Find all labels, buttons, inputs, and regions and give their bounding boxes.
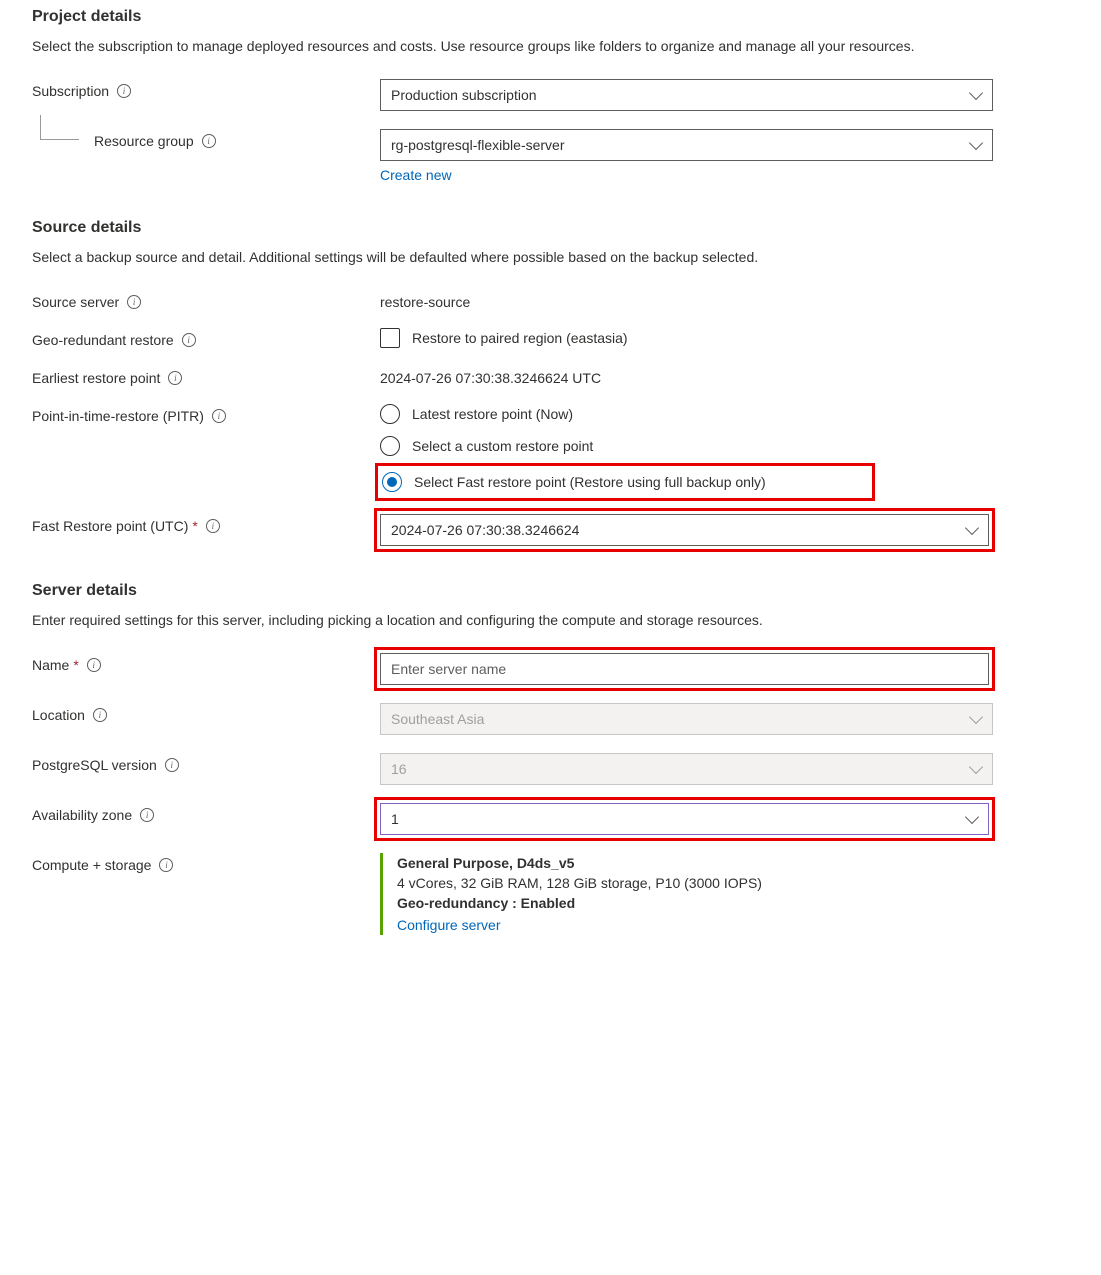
geo-redundant-row: Geo-redundant restore Restore to paired …: [32, 328, 1069, 348]
az-dropdown[interactable]: 1: [380, 803, 989, 835]
resource-group-value: rg-postgresql-flexible-server: [391, 137, 565, 153]
compute-row: Compute + storage General Purpose, D4ds_…: [32, 853, 1069, 935]
compute-summary: General Purpose, D4ds_v5 4 vCores, 32 Gi…: [380, 853, 993, 935]
server-details-section: Server details Enter required settings f…: [32, 582, 1069, 935]
info-icon[interactable]: [117, 84, 131, 98]
resource-group-label: Resource group: [94, 133, 194, 149]
earliest-row: Earliest restore point 2024-07-26 07:30:…: [32, 366, 1069, 386]
info-icon[interactable]: [212, 409, 226, 423]
project-heading: Project details: [32, 8, 1069, 26]
name-row: Name *: [32, 653, 1069, 685]
server-desc: Enter required settings for this server,…: [32, 610, 1069, 631]
subscription-label: Subscription: [32, 83, 109, 99]
info-icon[interactable]: [206, 519, 220, 533]
info-icon[interactable]: [87, 658, 101, 672]
server-name-input[interactable]: [380, 653, 989, 685]
project-desc: Select the subscription to manage deploy…: [32, 36, 1069, 57]
fast-restore-row: Fast Restore point (UTC) * 2024-07-26 07…: [32, 514, 1069, 546]
info-icon[interactable]: [168, 371, 182, 385]
pitr-custom-label: Select a custom restore point: [412, 438, 593, 454]
geo-label: Geo-redundant restore: [32, 332, 174, 348]
radio-icon: [382, 472, 402, 492]
az-label: Availability zone: [32, 807, 132, 823]
project-details-section: Project details Select the subscription …: [32, 8, 1069, 183]
pitr-radio-group: Latest restore point (Now) Select a cust…: [380, 404, 870, 496]
source-desc: Select a backup source and detail. Addit…: [32, 247, 1069, 268]
location-label: Location: [32, 707, 85, 723]
pgversion-dropdown: 16: [380, 753, 993, 785]
geo-checkbox-label: Restore to paired region (eastasia): [412, 330, 628, 346]
fast-restore-label: Fast Restore point (UTC): [32, 518, 188, 534]
compute-label: Compute + storage: [32, 857, 151, 873]
location-dropdown: Southeast Asia: [380, 703, 993, 735]
pgversion-row: PostgreSQL version 16: [32, 753, 1069, 785]
required-asterisk: *: [192, 518, 197, 534]
geo-checkbox[interactable]: [380, 328, 400, 348]
pitr-fast-label: Select Fast restore point (Restore using…: [414, 474, 766, 490]
source-details-section: Source details Select a backup source an…: [32, 219, 1069, 546]
pitr-radio-fast[interactable]: Select Fast restore point (Restore using…: [380, 468, 870, 496]
source-server-label: Source server: [32, 294, 119, 310]
pitr-radio-latest[interactable]: Latest restore point (Now): [380, 404, 870, 424]
source-heading: Source details: [32, 219, 1069, 237]
subscription-row: Subscription Production subscription: [32, 79, 1069, 111]
info-icon[interactable]: [159, 858, 173, 872]
pgversion-label: PostgreSQL version: [32, 757, 157, 773]
pitr-label: Point-in-time-restore (PITR): [32, 408, 204, 424]
info-icon[interactable]: [182, 333, 196, 347]
required-asterisk: *: [73, 657, 78, 673]
pitr-latest-label: Latest restore point (Now): [412, 406, 573, 422]
resource-group-dropdown[interactable]: rg-postgresql-flexible-server: [380, 129, 993, 161]
earliest-value: 2024-07-26 07:30:38.3246624 UTC: [380, 366, 601, 386]
radio-icon: [380, 404, 400, 424]
earliest-label: Earliest restore point: [32, 370, 160, 386]
server-heading: Server details: [32, 582, 1069, 600]
pitr-row: Point-in-time-restore (PITR) Latest rest…: [32, 404, 1069, 496]
source-server-value: restore-source: [380, 290, 470, 310]
create-new-link[interactable]: Create new: [380, 167, 452, 183]
info-icon[interactable]: [127, 295, 141, 309]
name-label: Name: [32, 657, 69, 673]
pgversion-value: 16: [391, 761, 407, 777]
resource-group-row: Resource group rg-postgresql-flexible-se…: [32, 129, 1069, 183]
location-row: Location Southeast Asia: [32, 703, 1069, 735]
configure-server-link[interactable]: Configure server: [397, 917, 501, 933]
fast-restore-value: 2024-07-26 07:30:38.3246624: [391, 522, 579, 538]
az-value: 1: [391, 811, 399, 827]
info-icon[interactable]: [202, 134, 216, 148]
subscription-value: Production subscription: [391, 87, 537, 103]
fast-restore-dropdown[interactable]: 2024-07-26 07:30:38.3246624: [380, 514, 989, 546]
info-icon[interactable]: [93, 708, 107, 722]
subscription-dropdown[interactable]: Production subscription: [380, 79, 993, 111]
info-icon[interactable]: [140, 808, 154, 822]
radio-icon: [380, 436, 400, 456]
compute-line2: 4 vCores, 32 GiB RAM, 128 GiB storage, P…: [397, 875, 993, 891]
pitr-radio-custom[interactable]: Select a custom restore point: [380, 436, 870, 456]
az-row: Availability zone 1: [32, 803, 1069, 835]
location-value: Southeast Asia: [391, 711, 484, 727]
compute-line3: Geo-redundancy : Enabled: [397, 895, 993, 911]
source-server-row: Source server restore-source: [32, 290, 1069, 310]
compute-line1: General Purpose, D4ds_v5: [397, 855, 993, 871]
info-icon[interactable]: [165, 758, 179, 772]
